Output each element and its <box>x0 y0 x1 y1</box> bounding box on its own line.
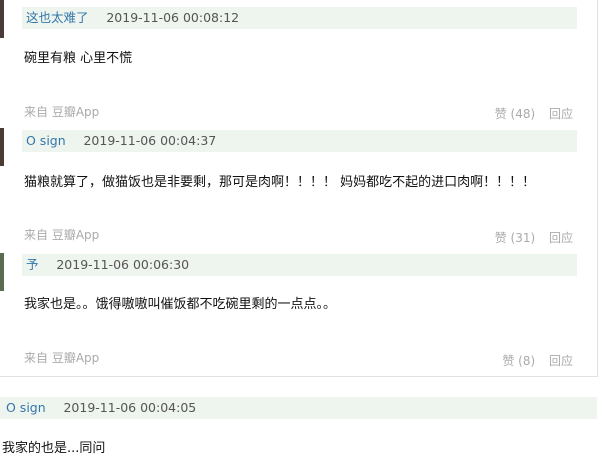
avatar[interactable] <box>0 0 4 38</box>
comment-actions: 赞 (48) 回应 <box>495 105 573 122</box>
comment-header: 予 2019-11-06 00:06:30 <box>22 254 577 276</box>
like-button[interactable]: 赞 (8) <box>502 354 535 368</box>
comment-time: 2019-11-06 00:04:37 <box>83 133 217 148</box>
comment-text: 猫粮就算了，做猫饭也是非要剩，那可是肉啊！！！！ 妈妈都吃不起的进口肉啊！！！！ <box>24 175 536 190</box>
comment-author[interactable]: 予 <box>26 257 39 272</box>
comment-text: 我家也是。。饿得嗷嗷叫催饭都不吃碗里剩的一点点。。 <box>24 297 337 312</box>
reply-button[interactable]: 回应 <box>549 107 573 121</box>
comment-source: 来自 豆瓣App <box>24 228 100 242</box>
avatar[interactable] <box>0 128 4 166</box>
comment-time: 2019-11-06 00:04:05 <box>63 400 197 415</box>
reply-button[interactable]: 回应 <box>549 354 573 368</box>
like-button[interactable]: 赞 (48) <box>495 107 535 121</box>
comment-text: 碗里有粮 心里不慌 <box>24 51 133 66</box>
comment-actions: 赞 (8) 回应 <box>502 352 573 369</box>
reply-button[interactable]: 回应 <box>549 231 573 245</box>
comment-author[interactable]: O sign <box>26 133 66 148</box>
comment-time: 2019-11-06 00:06:30 <box>56 257 190 272</box>
comment-author[interactable]: 这也太难了 <box>26 10 89 25</box>
comment-header: 这也太难了 2019-11-06 00:08:12 <box>22 7 577 29</box>
comment-time: 2019-11-06 00:08:12 <box>106 10 240 25</box>
comment-header: O sign 2019-11-06 00:04:05 <box>0 397 597 419</box>
like-button[interactable]: 赞 (31) <box>495 231 535 245</box>
comment-actions: 赞 (31) 回应 <box>495 229 573 246</box>
comment-header: O sign 2019-11-06 00:04:37 <box>22 130 577 152</box>
comment-source: 来自 豆瓣App <box>24 105 100 119</box>
comment-source: 来自 豆瓣App <box>24 351 100 365</box>
avatar[interactable] <box>0 253 4 291</box>
comment-text: 我家的也是...同问 <box>2 441 106 456</box>
comment-author[interactable]: O sign <box>6 400 46 415</box>
